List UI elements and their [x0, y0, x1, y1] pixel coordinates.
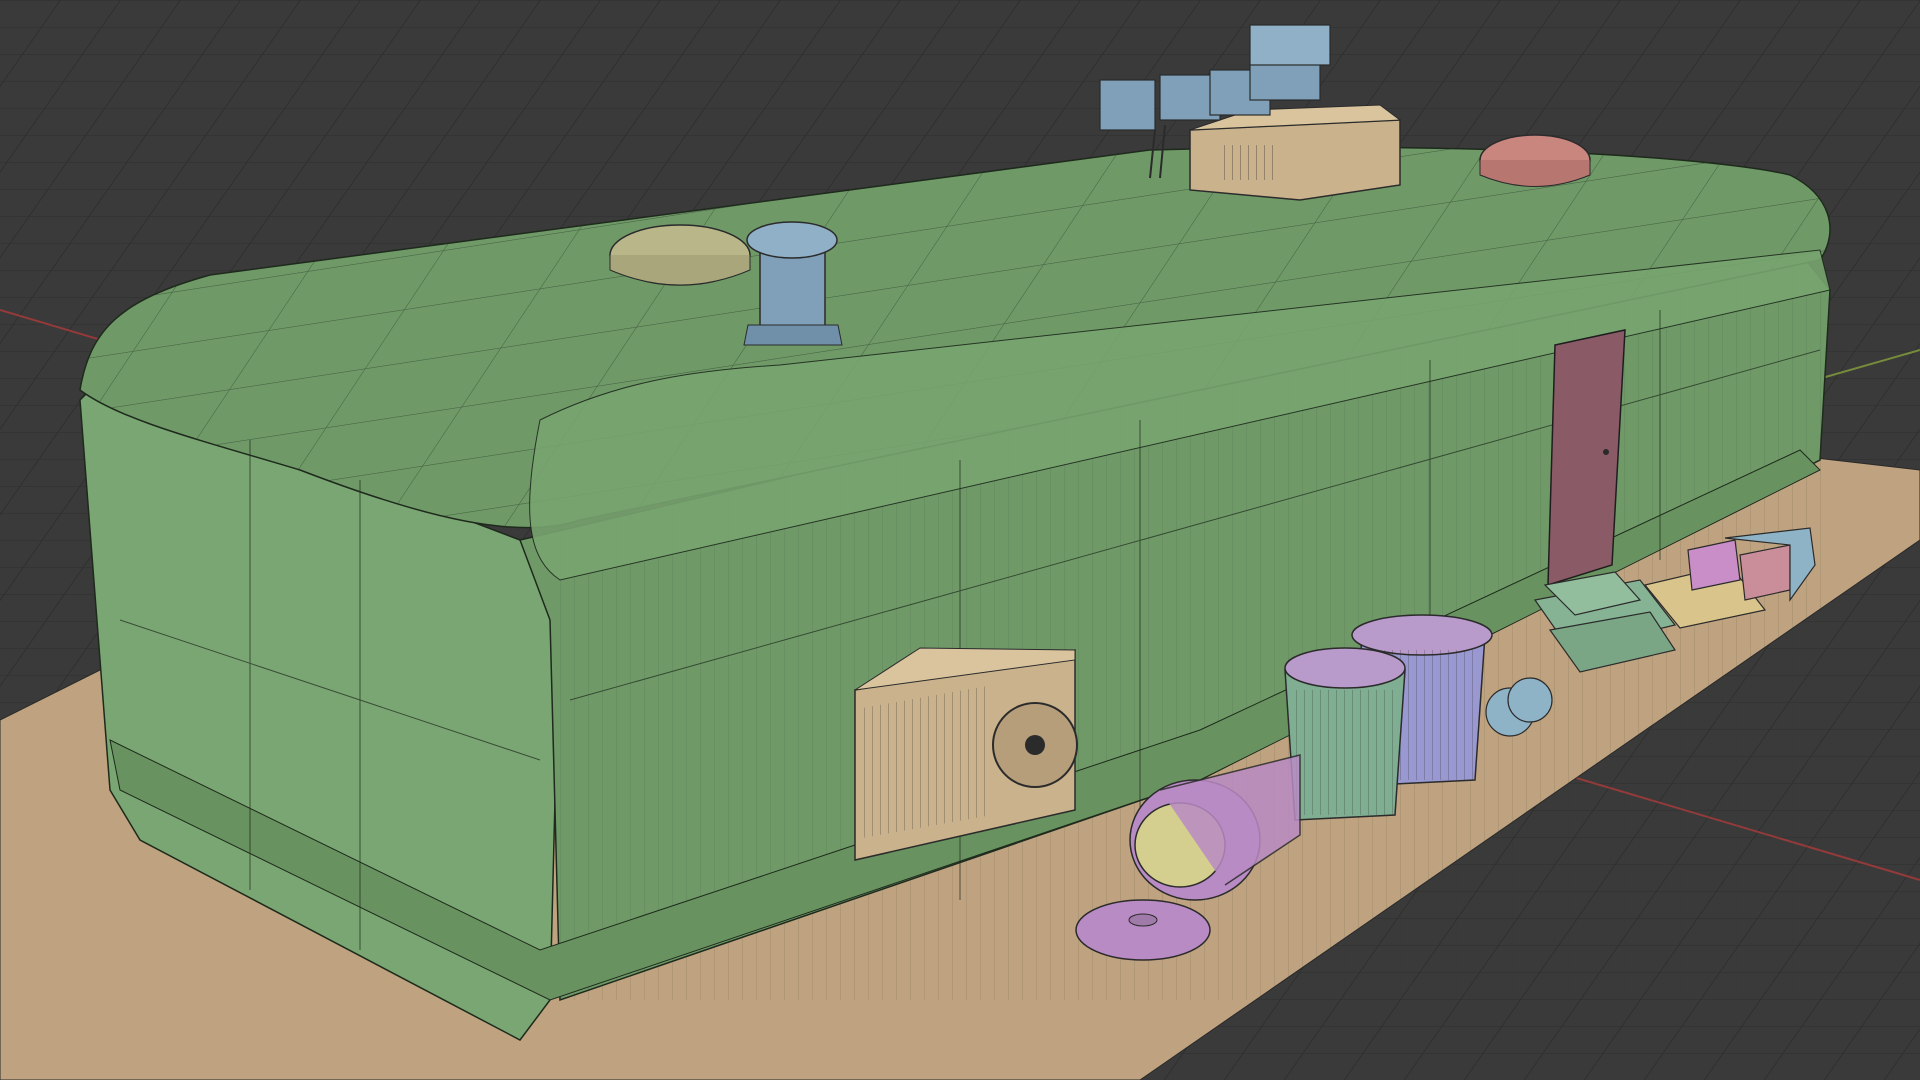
door-knob	[1603, 449, 1609, 455]
roof-hvac-box[interactable]	[1189, 104, 1402, 201]
trash-lid[interactable]	[1075, 899, 1211, 961]
3d-viewport[interactable]	[0, 0, 1920, 1080]
roof-vent-dome-red[interactable]	[1479, 134, 1591, 187]
trash-can-green[interactable]	[1284, 647, 1406, 821]
viewport-canvas[interactable]	[0, 0, 1920, 1080]
door[interactable]	[1547, 329, 1626, 587]
roof-vent-dome-yellow[interactable]	[609, 224, 751, 286]
hvac-grille	[1220, 145, 1280, 180]
